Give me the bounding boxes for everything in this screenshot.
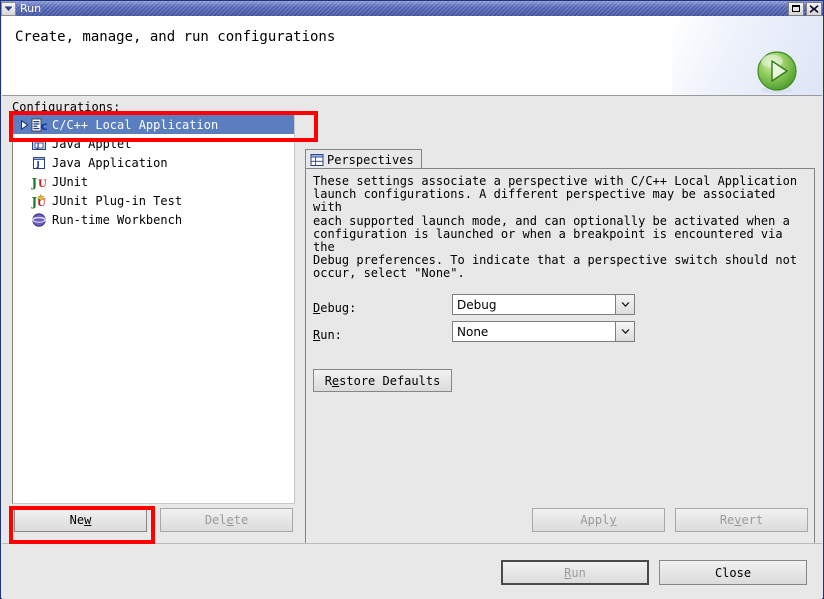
dialog-banner: Create, manage, and run configurations: [2, 16, 822, 96]
svg-text:C: C: [41, 123, 47, 133]
svg-text:J: J: [31, 176, 38, 190]
close-label: Close: [714, 565, 752, 580]
new-button[interactable]: New: [14, 508, 147, 532]
chevron-down-icon[interactable]: [615, 294, 635, 315]
svg-text:J: J: [36, 160, 40, 169]
run-button[interactable]: Run: [501, 560, 649, 585]
debug-label: Debug:: [313, 300, 357, 315]
junit-icon: J U: [31, 174, 47, 190]
tree-item-cpp-local-application[interactable]: C C/C++ Local Application: [13, 115, 294, 134]
delete-label: Delete: [204, 513, 249, 527]
debug-perspective-select[interactable]: Debug: [452, 294, 635, 315]
close-button[interactable]: [806, 1, 822, 16]
svg-text:U: U: [38, 179, 47, 190]
tab-bar: Perspectives: [305, 149, 422, 169]
perspectives-icon: [310, 153, 324, 167]
tree-item-label: JUnit: [52, 174, 89, 189]
run-label: Run:: [313, 327, 342, 342]
apply-label: Apply: [580, 513, 617, 527]
run-perspective-value[interactable]: None: [452, 321, 615, 342]
tree-item-java-application[interactable]: J Java Application: [13, 153, 294, 172]
window-title: Run: [20, 2, 42, 15]
run-field-row: Run:: [313, 324, 342, 345]
java-applet-icon: J: [31, 136, 47, 152]
revert-label: Revert: [719, 513, 764, 527]
java-application-icon: J: [31, 155, 47, 171]
tree-item-junit[interactable]: J U JUnit: [13, 172, 294, 191]
tree-item-label: Java Applet: [52, 136, 132, 151]
run-play-icon: [753, 48, 801, 95]
junit-plugin-test-icon: J U: [31, 193, 47, 209]
delete-button[interactable]: Delete: [160, 508, 293, 532]
run-label: Run: [564, 565, 586, 580]
apply-button[interactable]: Apply: [532, 508, 665, 532]
svg-text:J: J: [36, 142, 39, 149]
tab-perspectives[interactable]: Perspectives: [305, 149, 422, 169]
window-titlebar: Run: [1, 1, 823, 16]
dialog-content: Configurations: C C/C++ Local Applicatio…: [2, 96, 822, 598]
perspectives-description: These settings associate a perspective w…: [313, 174, 798, 281]
tree-item-label: C/C++ Local Application: [52, 117, 219, 132]
close-dialog-button[interactable]: Close: [659, 560, 807, 585]
maximize-button[interactable]: [788, 1, 804, 16]
tree-item-junit-plugin-test[interactable]: J U JUnit Plug-in Test: [13, 191, 294, 210]
restore-defaults-label: Restore Defaults: [324, 373, 441, 388]
debug-field-row: Debug:: [313, 297, 356, 318]
new-label: New: [69, 513, 92, 527]
tree-item-label: Java Application: [52, 155, 168, 170]
run-configurations-dialog: Run Create, manage, and run configuratio…: [0, 0, 824, 599]
page-title: Create, manage, and run configurations: [15, 29, 336, 45]
configurations-tree[interactable]: C C/C++ Local Application J Java Applet: [12, 114, 295, 504]
revert-button[interactable]: Revert: [675, 508, 808, 532]
tab-label: Perspectives: [327, 152, 414, 167]
tree-item-runtime-workbench[interactable]: Run-time Workbench: [13, 210, 294, 229]
dialog-footer: Run Close: [2, 543, 822, 599]
debug-perspective-value[interactable]: Debug: [452, 294, 615, 315]
tree-item-label: Run-time Workbench: [52, 212, 183, 227]
run-perspective-select[interactable]: None: [452, 321, 635, 342]
expand-arrow-icon[interactable]: [17, 115, 31, 134]
maximize-icon: [792, 5, 800, 12]
tree-item-label: JUnit Plug-in Test: [52, 193, 183, 208]
perspectives-panel: These settings associate a perspective w…: [305, 168, 815, 598]
window-controls: [788, 1, 822, 16]
chevron-down-icon[interactable]: [615, 321, 635, 342]
runtime-workbench-icon: [31, 212, 47, 228]
close-icon: [809, 4, 819, 13]
cpp-config-icon: C: [31, 117, 47, 133]
tree-item-java-applet[interactable]: J Java Applet: [13, 134, 294, 153]
restore-defaults-button[interactable]: Restore Defaults: [313, 369, 452, 392]
window-menu-icon[interactable]: [1, 1, 16, 16]
configurations-label: Configurations:: [12, 100, 121, 114]
